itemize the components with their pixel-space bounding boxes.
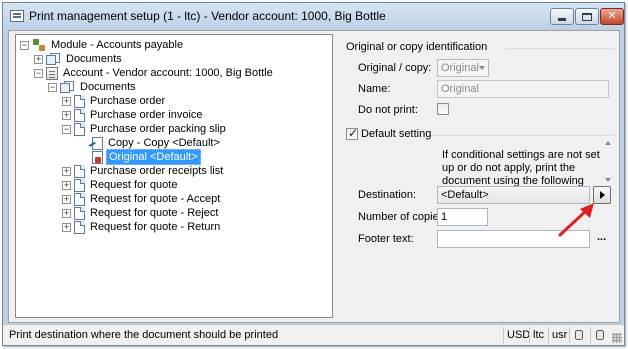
database-icon — [596, 330, 604, 340]
original-copy-select[interactable]: Original — [437, 59, 489, 77]
expand-icon[interactable]: + — [62, 96, 71, 106]
tree-label: Account - Vendor account: 1000, Big Bott… — [63, 67, 273, 79]
tree-label: Request for quote - Reject — [90, 207, 219, 219]
tree-node-purchase-order-packing-slip[interactable]: − Purchase order packing slip — [62, 122, 228, 136]
chevron-down-icon — [479, 66, 485, 70]
copy-icon — [90, 136, 103, 150]
maximize-button[interactable] — [575, 8, 599, 25]
window-title: Print management setup (1 - ltc) - Vendo… — [29, 9, 386, 23]
name-label: Name: — [358, 83, 391, 95]
tree-label: Request for quote — [90, 179, 178, 191]
document-icon — [74, 164, 85, 178]
tree-label: Copy - Copy <Default> — [108, 137, 220, 149]
scroll-up-icon[interactable] — [605, 141, 611, 145]
copies-label: Number of copies: — [358, 211, 448, 223]
status-company[interactable]: ltc — [529, 327, 547, 343]
default-setting-label: Default setting — [361, 128, 432, 140]
default-setting-checkbox[interactable] — [346, 126, 358, 140]
copies-value: 1 — [441, 211, 448, 223]
annotation-arrow-icon — [558, 203, 594, 237]
tree-label: Request for quote - Accept — [90, 193, 221, 205]
tree-node-copy[interactable]: Copy - Copy <Default> — [90, 136, 222, 150]
original-copy-label: Original / copy: — [358, 62, 432, 74]
tree-node-documents[interactable]: − Documents — [48, 80, 138, 94]
document-icon — [74, 94, 85, 108]
documents-icon — [46, 53, 61, 65]
footer-text-label: Footer text: — [358, 233, 414, 245]
collapse-icon[interactable]: − — [62, 124, 71, 134]
group-title: Original or copy identification — [346, 41, 488, 53]
tree-node-account[interactable]: − Account - Vendor account: 1000, Big Bo… — [34, 66, 275, 80]
tree-node-module[interactable]: − Module - Accounts payable — [20, 38, 185, 52]
expand-icon[interactable]: + — [62, 194, 71, 204]
module-icon — [32, 38, 46, 52]
copies-input[interactable]: 1 — [437, 208, 488, 226]
tree-label: Documents — [66, 53, 122, 65]
tree-label: Purchase order invoice — [90, 109, 203, 121]
do-not-print-checkbox[interactable] — [437, 103, 449, 115]
tree-node-request-for-quote-return[interactable]: + Request for quote - Return — [62, 220, 222, 234]
maximize-icon — [582, 12, 592, 21]
collapse-icon[interactable]: − — [20, 40, 29, 50]
document-icon — [74, 108, 85, 122]
collapse-icon[interactable]: − — [48, 82, 57, 92]
tree-node-request-for-quote-accept[interactable]: + Request for quote - Accept — [62, 192, 222, 206]
name-field[interactable]: Original — [437, 80, 609, 98]
destination-label: Destination: — [358, 189, 417, 201]
group-divider — [431, 135, 614, 136]
expand-icon[interactable]: + — [34, 54, 43, 64]
expand-icon[interactable]: + — [62, 110, 71, 120]
tree-node-purchase-order-invoice[interactable]: + Purchase order invoice — [62, 108, 205, 122]
do-not-print-label: Do not print: — [358, 104, 418, 116]
expand-icon[interactable]: + — [62, 180, 71, 190]
minimize-icon — [558, 18, 566, 21]
document-tree[interactable]: − Module - Accounts payable + Documents … — [15, 34, 333, 318]
document-icon — [74, 122, 85, 136]
properties-panel: Original or copy identification Original… — [346, 31, 618, 321]
title-bar[interactable]: Print management setup (1 - ltc) - Vendo… — [3, 3, 624, 29]
resize-grip-icon[interactable] — [612, 333, 622, 343]
scroll-down-icon[interactable] — [605, 178, 611, 182]
name-value: Original — [441, 83, 479, 95]
expand-icon[interactable]: + — [62, 208, 71, 218]
status-text: Print destination where the document sho… — [9, 329, 279, 341]
tree-label: Purchase order — [90, 95, 166, 107]
print-management-window: Print management setup (1 - ltc) - Vendo… — [2, 2, 625, 346]
tree-node-original[interactable]: Original <Default> — [90, 149, 201, 165]
status-cell-db[interactable] — [569, 327, 589, 343]
original-copy-value: Original — [441, 62, 479, 74]
original-icon — [90, 150, 103, 164]
tree-node-request-for-quote[interactable]: + Request for quote — [62, 178, 179, 192]
document-icon — [74, 192, 85, 206]
tree-node-purchase-order-receipts-list[interactable]: + Purchase order receipts list — [62, 164, 225, 178]
expand-icon[interactable]: + — [62, 166, 71, 176]
group-divider — [506, 48, 614, 49]
document-icon — [74, 206, 85, 220]
status-user[interactable]: usr — [548, 327, 570, 343]
tree-node-documents-root[interactable]: + Documents — [34, 52, 124, 66]
documents-icon — [60, 81, 75, 93]
status-bar: Print destination where the document sho… — [3, 324, 624, 345]
tree-label: Purchase order receipts list — [90, 165, 224, 177]
close-button[interactable]: ✕ — [600, 8, 624, 25]
tree-label: Purchase order packing slip — [90, 123, 226, 135]
document-icon — [74, 220, 85, 234]
tree-node-request-for-quote-reject[interactable]: + Request for quote - Reject — [62, 206, 220, 220]
tree-label: Module - Accounts payable — [51, 39, 184, 51]
tree-node-purchase-order[interactable]: + Purchase order — [62, 94, 167, 108]
database-icon — [575, 330, 583, 340]
account-icon — [46, 66, 58, 80]
expand-icon[interactable]: + — [62, 222, 71, 232]
tree-label: Request for quote - Return — [90, 221, 221, 233]
tree-label-selected: Original <Default> — [106, 149, 201, 165]
tree-label: Documents — [80, 81, 136, 93]
collapse-icon[interactable]: − — [34, 68, 43, 78]
dialog-content: − Module - Accounts payable + Documents … — [8, 30, 620, 323]
close-icon: ✕ — [607, 10, 617, 22]
document-icon — [74, 178, 85, 192]
window-icon — [10, 10, 24, 22]
destination-value: <Default> — [441, 189, 489, 201]
status-cell-db2[interactable] — [590, 327, 610, 343]
minimize-button[interactable] — [550, 8, 574, 25]
